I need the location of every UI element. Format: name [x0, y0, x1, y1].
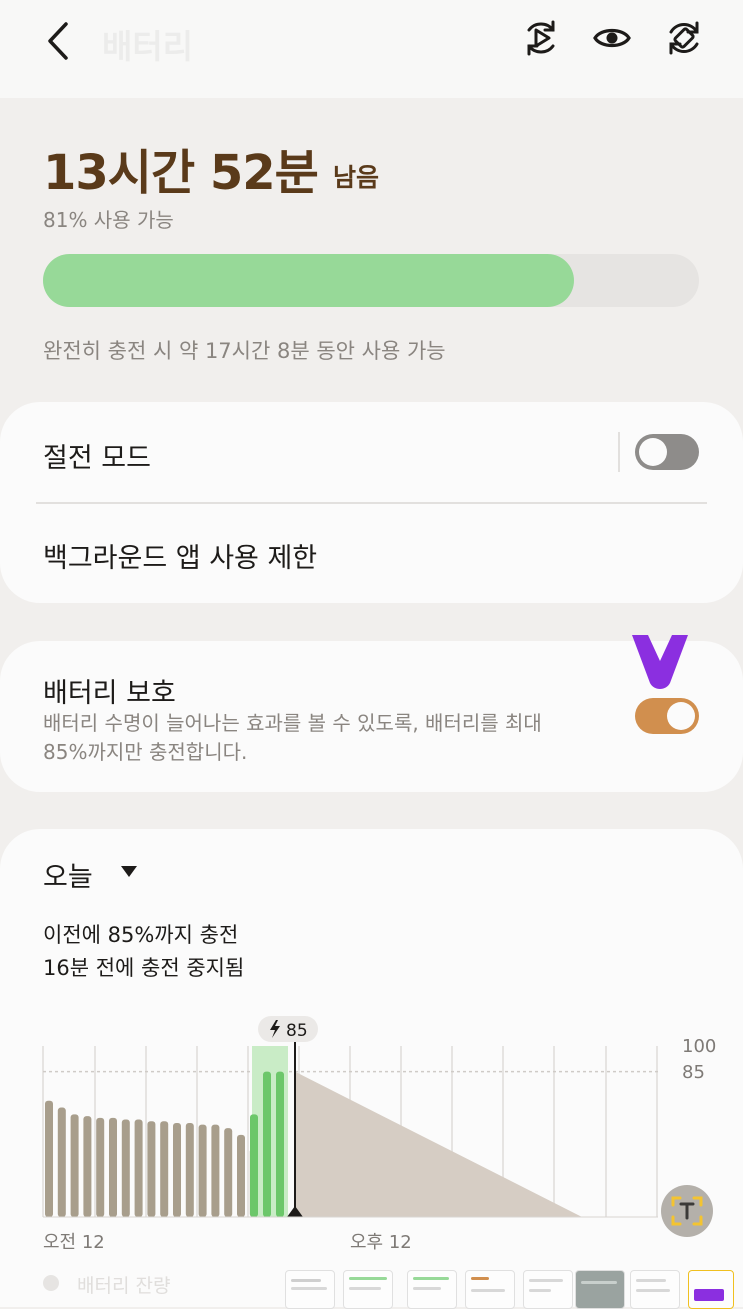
charging-bar — [250, 1114, 258, 1217]
thumbnail[interactable] — [285, 1270, 335, 1309]
power-saving-playback-icon[interactable] — [521, 18, 561, 58]
y-tick-85: 85 — [682, 1062, 705, 1083]
battery-usage-chart: 85 — [42, 1016, 658, 1218]
sticker-v-icon — [632, 635, 688, 689]
history-bar — [160, 1121, 169, 1217]
history-bar — [45, 1100, 53, 1217]
history-bar — [83, 1116, 92, 1217]
toggle-divider — [618, 432, 620, 472]
protection-toggle[interactable] — [635, 698, 699, 734]
toggle-knob — [639, 438, 667, 466]
back-arrow-icon[interactable] — [42, 18, 82, 64]
battery-level-bar — [43, 254, 699, 307]
protection-card: 배터리 보호 배터리 수명이 늘어나는 효과를 볼 수 있도록, 배터리를 최대… — [0, 635, 743, 792]
history-bar — [147, 1121, 156, 1217]
remaining-time: 13시간 52분 — [43, 145, 319, 201]
thumbnail[interactable] — [407, 1270, 457, 1309]
battery-level-fill — [43, 254, 575, 307]
remaining-suffix: 남음 — [333, 163, 380, 192]
charging-bar — [263, 1071, 271, 1217]
app-bar: 배터리 — [0, 0, 743, 98]
history-bar — [109, 1117, 117, 1217]
legend-dot — [43, 1275, 59, 1291]
history-bar — [211, 1124, 220, 1217]
dropdown-caret-icon[interactable] — [121, 866, 137, 877]
projected-area — [295, 1071, 582, 1217]
eye-icon[interactable] — [592, 18, 632, 58]
history-bar — [224, 1128, 233, 1217]
history-bar — [198, 1124, 207, 1217]
charge-info-line2: 16분 전에 충전 중지됨 — [43, 956, 245, 980]
thumbnail[interactable] — [523, 1270, 573, 1309]
history-bar — [121, 1119, 130, 1217]
history-bar — [185, 1122, 194, 1217]
history-bar — [57, 1107, 66, 1217]
page-title: 배터리 — [102, 27, 194, 66]
protection-label[interactable]: 배터리 보호 — [43, 671, 176, 710]
thumbnail[interactable] — [575, 1270, 625, 1309]
thumbnail[interactable] — [343, 1270, 393, 1309]
protection-description-line1: 배터리 수명이 늘어나는 효과를 볼 수 있도록, 배터리를 최대 — [43, 711, 542, 735]
battery-available: 81% 사용 가능 — [43, 208, 174, 232]
power-saving-toggle[interactable] — [635, 434, 699, 470]
charge-badge-value: 85 — [286, 1021, 308, 1041]
history-bar — [134, 1119, 143, 1217]
charge-info-line1: 이전에 85%까지 충전 — [43, 923, 239, 947]
thumbnail[interactable] — [630, 1270, 680, 1309]
x-tick-noon: 오후 12 — [350, 1232, 412, 1253]
settings-card: 절전 모드 백그라운드 앱 사용 제한 — [0, 402, 743, 603]
text-scan-lens-button[interactable] — [661, 1185, 713, 1237]
x-tick-midnight: 오전 12 — [43, 1232, 105, 1253]
thumbnail[interactable] — [688, 1270, 734, 1309]
history-bar — [70, 1114, 79, 1217]
y-tick-100: 100 — [682, 1036, 717, 1057]
legend-label: 배터리 잔량 — [77, 1275, 171, 1297]
history-bar — [173, 1122, 181, 1217]
full-charge-estimate: 완전히 충전 시 약 17시간 8분 동안 사용 가능 — [43, 339, 446, 363]
period-dropdown-label[interactable]: 오늘 — [43, 855, 93, 894]
protection-description-line2: 85%까지만 충전합니다. — [43, 740, 248, 764]
history-bar — [96, 1117, 105, 1217]
charging-bar — [276, 1071, 284, 1217]
power-saving-label[interactable]: 절전 모드 — [43, 436, 151, 475]
thumbnail[interactable] — [465, 1270, 515, 1309]
toggle-knob — [667, 702, 695, 730]
sync-battery-icon[interactable] — [664, 18, 704, 58]
background-limit-label[interactable]: 백그라운드 앱 사용 제한 — [43, 536, 317, 575]
history-bar — [237, 1134, 245, 1217]
row-divider — [36, 502, 707, 504]
text-scan-icon — [671, 1196, 703, 1226]
